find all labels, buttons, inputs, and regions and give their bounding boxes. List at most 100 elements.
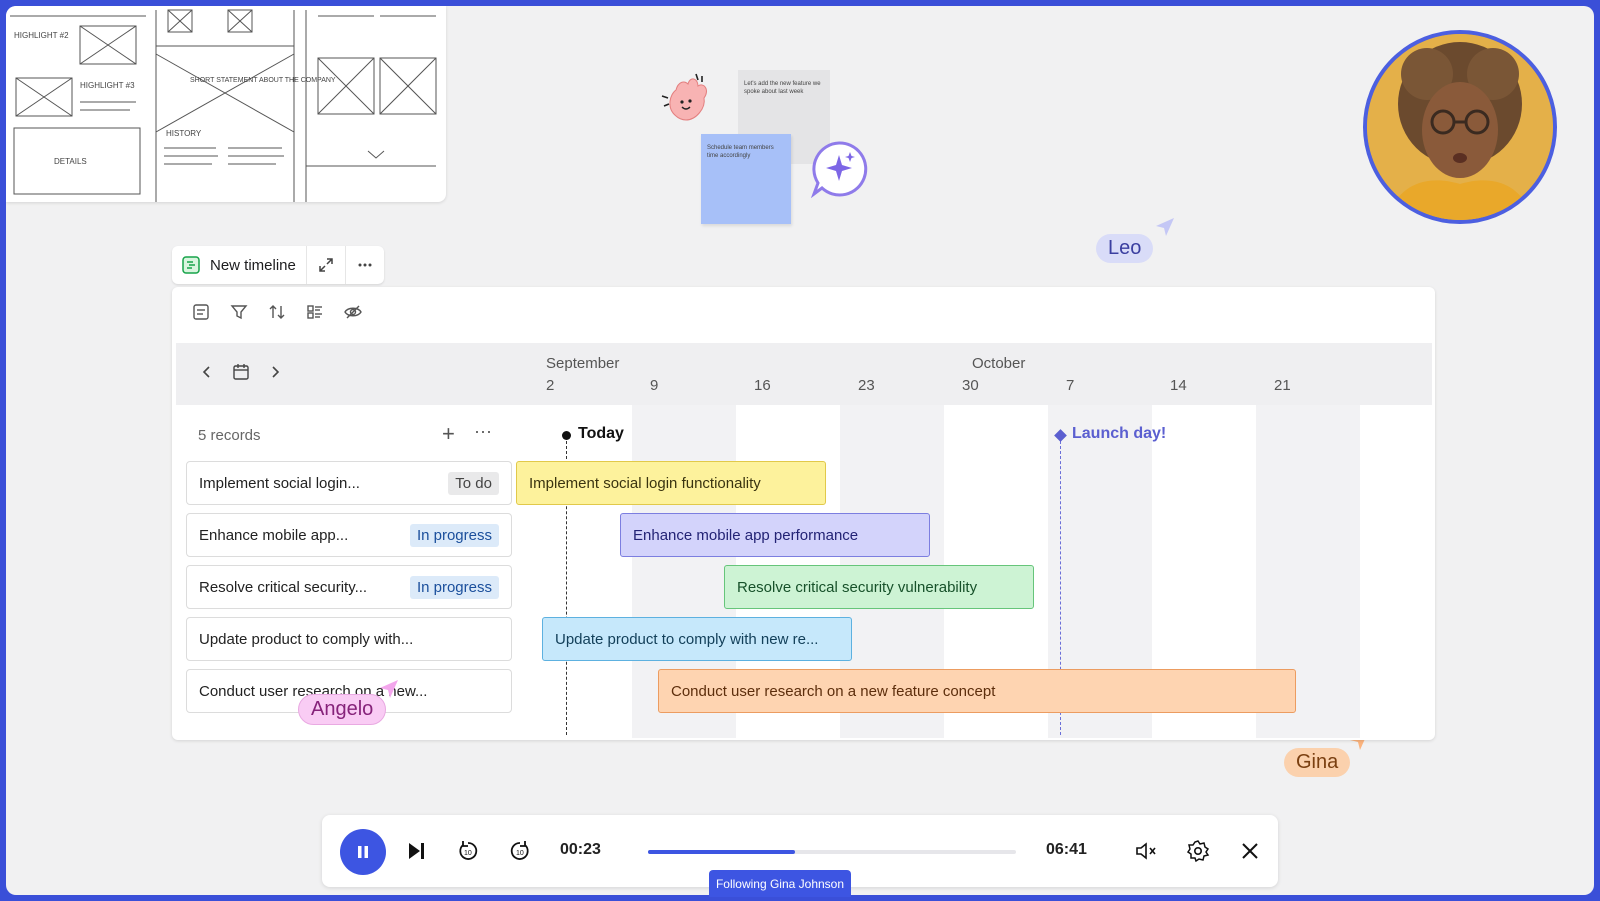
gear-icon xyxy=(1186,840,1210,863)
wireframe-sketch: HIGHLIGHT #2 HIGHLIGHT #3 DETAILS HISTOR… xyxy=(10,9,437,202)
records-more-button[interactable]: ··· xyxy=(474,421,492,442)
timeline-header-chip[interactable]: New timeline xyxy=(172,246,384,284)
task-bar[interactable]: Enhance mobile app performance xyxy=(620,513,930,557)
progress-slider[interactable] xyxy=(648,850,1016,854)
progress-fill xyxy=(648,850,795,854)
settings-button[interactable] xyxy=(1184,837,1212,865)
wire-label-highlight-3: HIGHLIGHT #3 xyxy=(80,81,135,90)
day-label: 9 xyxy=(650,377,659,394)
skip-next-button[interactable] xyxy=(402,837,430,865)
task-bar[interactable]: Resolve critical security vulnerability xyxy=(724,565,1034,609)
pause-icon xyxy=(358,846,368,858)
forward-10-icon: 10 xyxy=(510,841,529,860)
eye-off-icon xyxy=(344,305,362,319)
filter-button[interactable] xyxy=(228,301,250,323)
cursor-label-angelo: Angelo xyxy=(298,694,387,725)
sort-button[interactable] xyxy=(266,301,288,323)
timeline-title: New timeline xyxy=(210,256,296,274)
timeline-panel: September October 2 9 16 23 30 7 14 21 5… xyxy=(172,287,1435,740)
task-bar[interactable]: Conduct user research on a new feature c… xyxy=(658,669,1296,713)
group-button[interactable] xyxy=(304,301,326,323)
date-header: September October 2 9 16 23 30 7 14 21 xyxy=(176,343,1432,405)
status-badge[interactable]: In progress xyxy=(409,575,499,599)
today-marker-icon xyxy=(562,431,571,440)
sticky-note-blue[interactable]: Schedule team members time accordingly xyxy=(701,134,791,224)
status-badge[interactable]: To do xyxy=(448,471,499,495)
chevron-left-icon[interactable] xyxy=(200,365,214,379)
timeline-toolbar xyxy=(190,301,364,323)
hide-fields-button[interactable] xyxy=(342,301,364,323)
sort-icon xyxy=(269,305,285,319)
whiteboard-canvas[interactable]: HIGHLIGHT #2 HIGHLIGHT #3 DETAILS HISTOR… xyxy=(6,6,1594,895)
record-row[interactable]: Update product to comply with... xyxy=(186,617,512,661)
records-list: 5 records + ··· Implement social login..… xyxy=(176,405,512,738)
launch-label[interactable]: Launch day! xyxy=(1072,425,1166,443)
filter-icon xyxy=(230,305,248,320)
calendar-icon[interactable] xyxy=(232,363,250,381)
rewind-10-button[interactable]: 10 xyxy=(454,837,482,865)
more-horizontal-icon xyxy=(358,263,372,267)
pause-button[interactable] xyxy=(340,829,386,875)
date-nav-controls xyxy=(200,363,282,381)
timeline-more-button[interactable] xyxy=(346,246,384,284)
participant-avatar xyxy=(1367,34,1553,220)
following-badge[interactable]: Following Gina Johnson xyxy=(709,870,851,897)
close-button[interactable] xyxy=(1236,837,1264,865)
total-time: 06:41 xyxy=(1046,841,1087,858)
wire-label-statement: SHORT STATEMENT ABOUT THE COMPANY xyxy=(190,77,336,84)
timeline-widget-icon xyxy=(182,256,200,274)
wireframe-sketch-board[interactable]: HIGHLIGHT #2 HIGHLIGHT #3 DETAILS HISTOR… xyxy=(6,6,446,202)
fields-button[interactable] xyxy=(190,301,212,323)
close-icon xyxy=(1242,843,1258,859)
leo-cursor-icon xyxy=(1156,218,1174,236)
fields-icon xyxy=(193,304,209,320)
participant-video[interactable] xyxy=(1363,30,1557,224)
expand-button[interactable] xyxy=(307,246,346,284)
svg-text:10: 10 xyxy=(464,850,472,857)
wire-label-history: HISTORY xyxy=(166,129,202,138)
forward-10-button[interactable]: 10 xyxy=(506,837,534,865)
record-row[interactable]: Resolve critical security... In progress xyxy=(186,565,512,609)
month-label-september: September xyxy=(546,355,620,372)
wire-label-details: DETAILS xyxy=(54,157,87,166)
current-time: 00:23 xyxy=(560,841,601,858)
task-bar[interactable]: Update product to comply with new re... xyxy=(542,617,852,661)
group-icon xyxy=(307,305,322,319)
sticky-note-blue-text: Schedule team members time accordingly xyxy=(707,145,774,160)
day-label: 30 xyxy=(962,377,979,394)
month-label-october: October xyxy=(972,355,1026,372)
day-label: 7 xyxy=(1066,377,1075,394)
day-label: 14 xyxy=(1170,377,1187,394)
rewind-10-icon: 10 xyxy=(459,841,478,860)
skip-next-icon xyxy=(409,843,424,859)
day-label: 2 xyxy=(546,377,555,394)
volume-muted-icon xyxy=(1136,842,1156,860)
sticky-note-grey-text: Let's add the new feature we spoke about… xyxy=(744,81,821,96)
chevron-right-icon[interactable] xyxy=(268,365,282,379)
day-label: 21 xyxy=(1274,377,1291,394)
add-record-button[interactable]: + xyxy=(442,421,455,447)
task-bar[interactable]: Implement social login functionality xyxy=(516,461,826,505)
status-badge[interactable]: In progress xyxy=(409,523,499,547)
day-label: 23 xyxy=(858,377,875,394)
cursor-label-gina: Gina xyxy=(1284,748,1351,777)
record-title: Resolve critical security... xyxy=(199,578,368,596)
record-title: Enhance mobile app... xyxy=(199,526,349,544)
today-label: Today xyxy=(578,425,624,442)
expand-icon xyxy=(319,258,333,272)
waving-hand-icon xyxy=(661,73,707,121)
timeline-title-seg[interactable]: New timeline xyxy=(172,246,307,284)
angelo-cursor-icon xyxy=(380,680,398,698)
day-label: 16 xyxy=(754,377,771,394)
mute-button[interactable] xyxy=(1132,837,1160,865)
timeline-grid[interactable]: Today Launch day! Implement social login… xyxy=(516,405,1414,738)
cursor-label-leo: Leo xyxy=(1096,234,1154,263)
svg-text:10: 10 xyxy=(516,850,524,857)
record-title: Update product to comply with... xyxy=(199,630,414,648)
records-count: 5 records xyxy=(198,427,261,444)
ai-assistant-icon[interactable] xyxy=(810,140,868,198)
record-row[interactable]: Implement social login... To do xyxy=(186,461,512,505)
record-row[interactable]: Enhance mobile app... In progress xyxy=(186,513,512,557)
record-title: Implement social login... xyxy=(199,474,360,492)
wire-label-highlight-2: HIGHLIGHT #2 xyxy=(14,31,69,40)
